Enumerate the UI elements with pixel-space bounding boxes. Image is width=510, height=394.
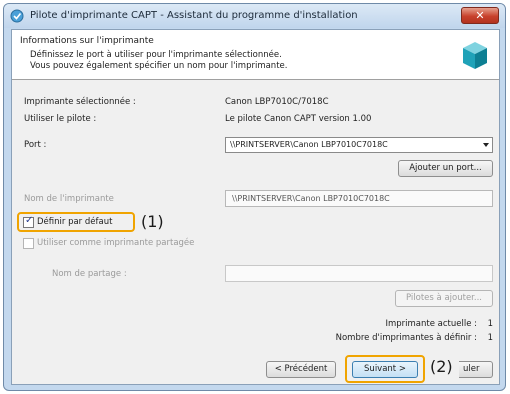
previous-button[interactable]: < Précédent (266, 361, 336, 378)
cancel-button[interactable]: uler (459, 361, 493, 378)
port-select-value: \\PRINTSERVER\Canon LBP7010C7018C (230, 140, 388, 149)
port-label: Port : (24, 140, 47, 150)
printer-name-input[interactable]: \\PRINTSERVER\Canon LBP7010C7018C (225, 190, 493, 207)
printer-name-label: Nom de l'imprimante (24, 194, 114, 204)
total-printers-value: 1 (487, 333, 493, 343)
annotation-2: (2) (430, 357, 453, 376)
current-printer-value: 1 (487, 319, 493, 329)
selected-printer-value: Canon LBP7010C/7018C (225, 97, 329, 107)
header-description-2: Vous pouvez également spécifier un nom p… (30, 61, 288, 71)
driver-value: Le pilote Canon CAPT version 1.00 (225, 114, 372, 124)
total-printers-label: Nombre d'imprimantes à définir : (335, 333, 477, 343)
share-name-input[interactable] (225, 265, 493, 282)
close-icon: ✕ (475, 9, 485, 22)
port-select[interactable]: \\PRINTSERVER\Canon LBP7010C7018C (225, 137, 493, 153)
driver-label: Utiliser le pilote : (24, 114, 97, 124)
close-button[interactable]: ✕ (461, 7, 499, 24)
selected-printer-label: Imprimante sélectionnée : (24, 97, 136, 107)
printer-cube-icon (463, 42, 487, 69)
shared-checkbox-label: Utiliser comme imprimante partagée (37, 238, 195, 248)
share-name-label: Nom de partage : (52, 269, 127, 279)
wizard-header: Informations sur l'imprimante Définissez… (12, 30, 499, 80)
next-button[interactable]: Suivant > (352, 361, 418, 378)
wizard-body: Informations sur l'imprimante Définissez… (11, 29, 500, 385)
add-port-button[interactable]: Ajouter un port... (398, 160, 493, 177)
window-title: Pilote d'imprimante CAPT - Assistant du … (30, 10, 358, 21)
header-description-1: Définissez le port à utiliser pour l'imp… (30, 50, 282, 60)
printer-app-icon (10, 9, 24, 23)
chevron-down-icon (483, 143, 489, 147)
current-printer-label: Imprimante actuelle : (385, 319, 477, 329)
title-bar: Pilote d'imprimante CAPT - Assistant du … (4, 4, 505, 28)
installer-window: Pilote d'imprimante CAPT - Assistant du … (3, 3, 506, 391)
default-checkbox[interactable] (23, 215, 34, 228)
header-title: Informations sur l'imprimante (20, 36, 154, 46)
default-checkbox-label: Définir par défaut (37, 217, 113, 227)
drivers-to-add-button[interactable]: Pilotes à ajouter... (395, 290, 493, 307)
shared-checkbox[interactable] (23, 238, 34, 249)
annotation-1: (1) (141, 212, 164, 231)
